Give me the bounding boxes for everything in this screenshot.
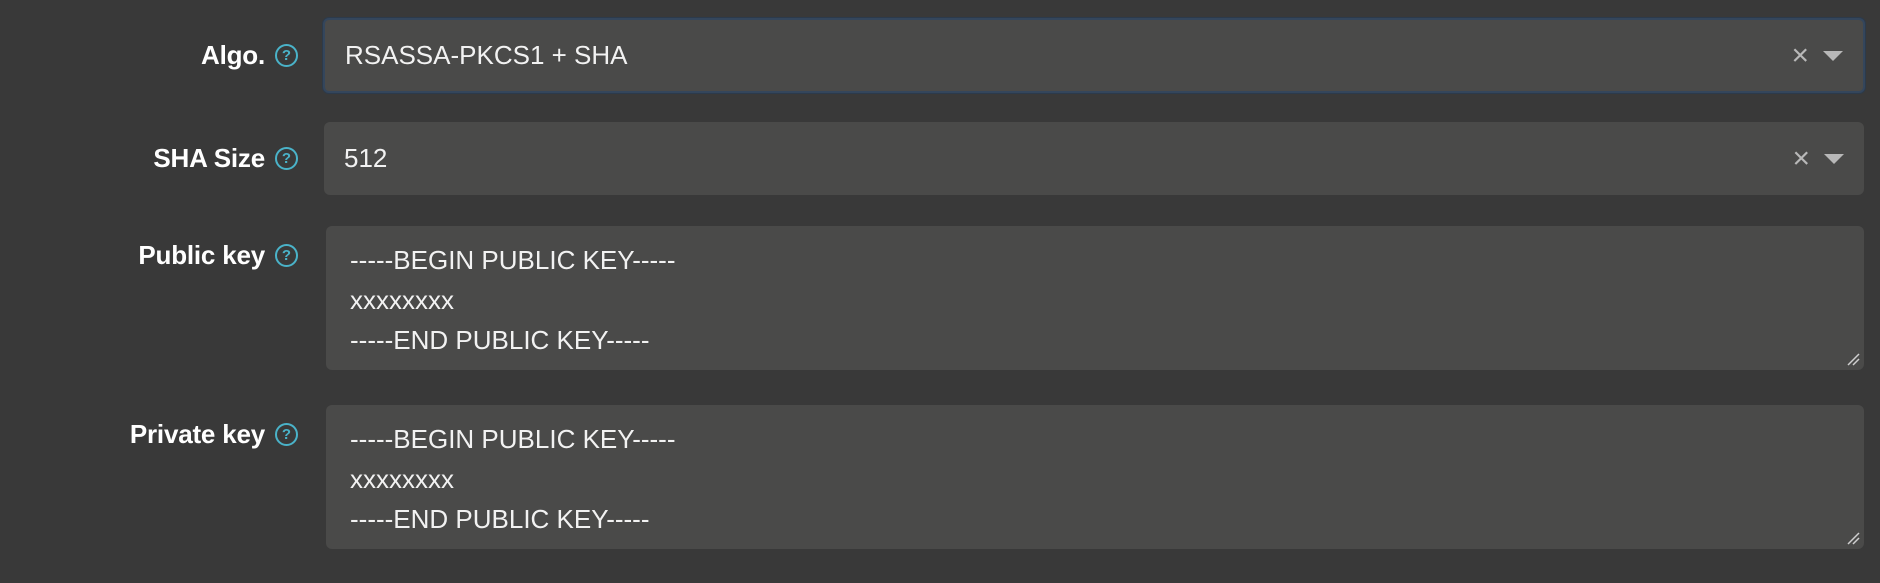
algo-chevron-down-icon[interactable] [1823, 50, 1843, 61]
public-key-line: -----END PUBLIC KEY----- [350, 325, 650, 355]
private-key-line: xxxxxxxx [350, 464, 454, 494]
public-key-help-icon[interactable]: ? [275, 243, 298, 267]
algo-select[interactable]: RSASSA-PKCS1 + SHA × [323, 18, 1865, 93]
algo-label: Algo. [201, 40, 265, 70]
private-key-label: Private key [129, 418, 265, 449]
sha-size-label-group: SHA Size ? [153, 122, 298, 195]
private-key-textarea[interactable]: -----BEGIN PUBLIC KEY----- xxxxxxxx ----… [326, 405, 1864, 549]
private-key-label-group: Private key ? [130, 417, 298, 451]
sha-size-select-value: 512 [344, 143, 388, 173]
algorithm-form: Algo. ? RSASSA-PKCS1 + SHA × SHA Size ? … [0, 0, 1880, 583]
public-key-textarea[interactable]: -----BEGIN PUBLIC KEY----- xxxxxxxx ----… [326, 226, 1864, 370]
public-key-line: xxxxxxxx [350, 285, 454, 315]
sha-size-clear-icon[interactable]: × [1792, 143, 1810, 174]
sha-size-help-icon[interactable]: ? [275, 147, 298, 170]
sha-size-label: SHA Size [153, 143, 265, 173]
private-key-line: -----BEGIN PUBLIC KEY----- [350, 424, 676, 454]
algo-row: Algo. ? RSASSA-PKCS1 + SHA × [0, 18, 1880, 93]
private-key-row: Private key ? -----BEGIN PUBLIC KEY-----… [0, 405, 1880, 551]
algo-clear-icon[interactable]: × [1791, 40, 1809, 71]
public-key-resize-icon[interactable] [1846, 352, 1860, 366]
algo-select-value: RSASSA-PKCS1 + SHA [345, 40, 628, 70]
private-key-line: -----END PUBLIC KEY----- [350, 504, 650, 534]
public-key-label: Public key [138, 239, 265, 270]
public-key-row: Public key ? -----BEGIN PUBLIC KEY----- … [0, 226, 1880, 372]
public-key-line: -----BEGIN PUBLIC KEY----- [350, 245, 676, 275]
public-key-label-group: Public key ? [138, 238, 298, 272]
algo-label-group: Algo. ? [201, 18, 298, 93]
sha-size-chevron-down-icon[interactable] [1824, 153, 1844, 164]
algo-help-icon[interactable]: ? [275, 44, 298, 67]
private-key-help-icon[interactable]: ? [275, 422, 298, 446]
sha-size-row: SHA Size ? 512 × [0, 122, 1880, 195]
private-key-resize-icon[interactable] [1846, 531, 1860, 545]
sha-size-select[interactable]: 512 × [324, 122, 1864, 195]
